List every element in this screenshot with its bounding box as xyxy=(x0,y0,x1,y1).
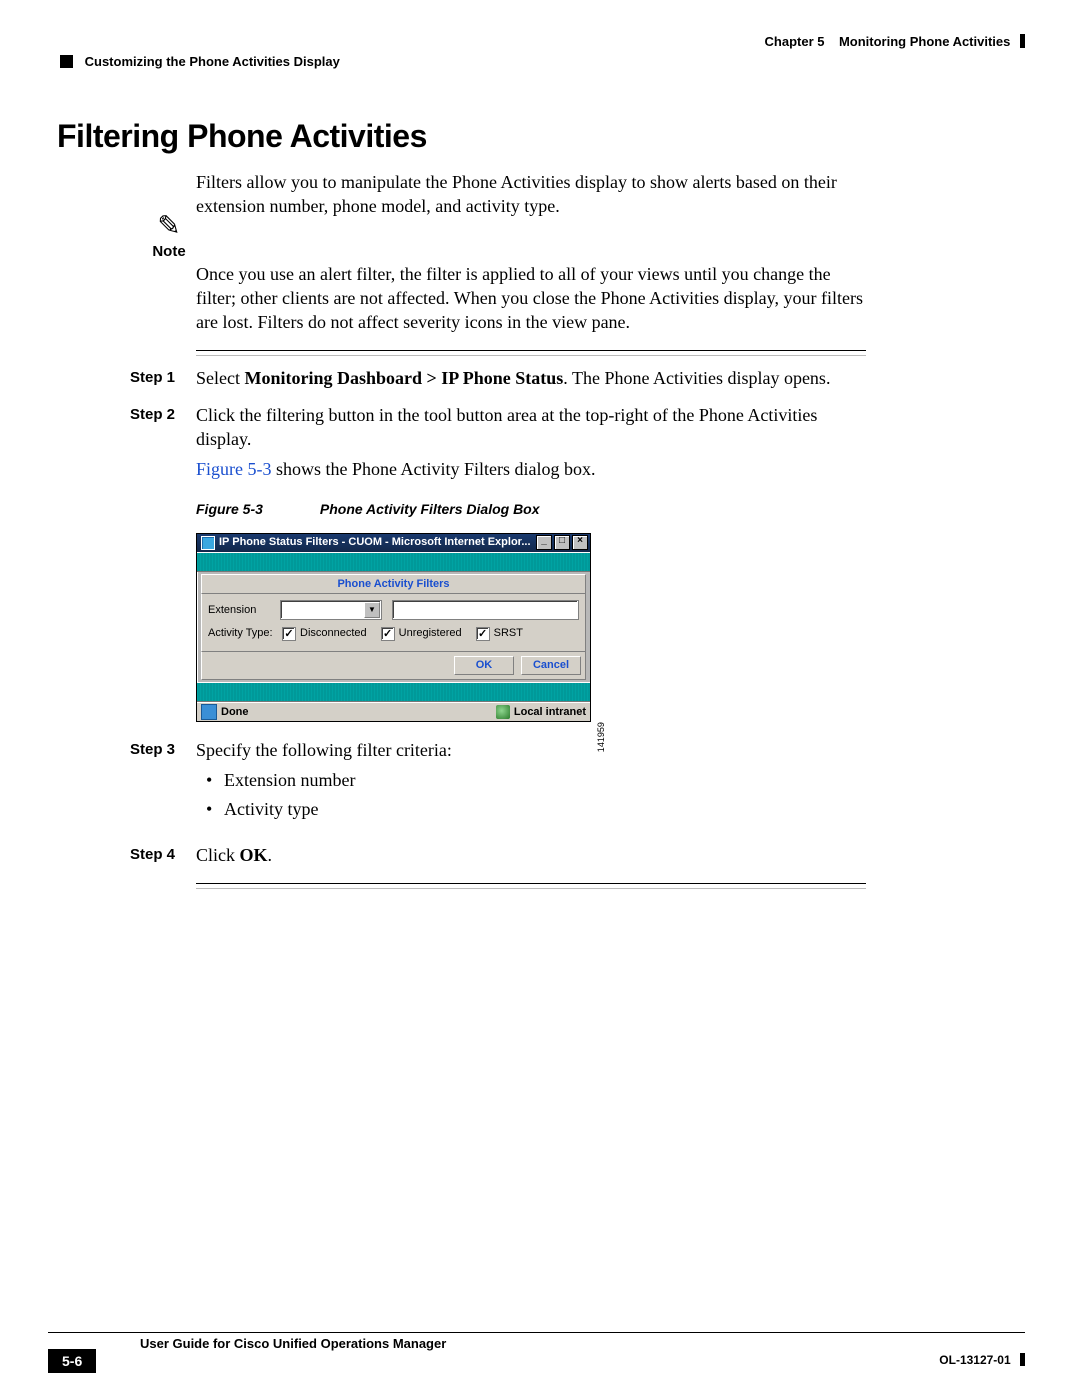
step-body: Specify the following filter criteria: E… xyxy=(196,738,866,831)
dialog-toolbar-bottom xyxy=(197,682,590,702)
square-bullet-icon xyxy=(60,55,73,68)
criteria-list: Extension number Activity type xyxy=(196,768,866,821)
step-text: . xyxy=(268,845,273,865)
intro-paragraph: Filters allow you to manipulate the Phon… xyxy=(196,170,866,219)
footer-bar-icon xyxy=(1020,1353,1025,1366)
steps-block: Step 1 Select Monitoring Dashboard > IP … xyxy=(196,366,866,867)
note-pencil-icon: ✎ xyxy=(145,213,193,241)
step-4: Step 4 Click OK. xyxy=(130,843,866,867)
checkbox-label: Disconnected xyxy=(300,626,367,641)
dialog-toolbar xyxy=(197,552,590,572)
step-2: Step 2 Click the filtering button in the… xyxy=(130,403,866,726)
step-bold: OK xyxy=(240,845,268,865)
extension-label: Extension xyxy=(208,603,280,618)
dialog-titlebar: IP Phone Status Filters - CUOM - Microso… xyxy=(197,534,590,552)
figure-number: Figure 5-3 xyxy=(196,500,316,519)
header-section: Customizing the Phone Activities Display xyxy=(60,54,340,69)
maximize-button[interactable]: □ xyxy=(554,535,570,550)
step-body: Select Monitoring Dashboard > IP Phone S… xyxy=(196,366,866,390)
note-gutter: ✎ Note xyxy=(145,213,193,260)
list-item: Activity type xyxy=(224,797,866,821)
doc-number-text: OL-13127-01 xyxy=(939,1353,1010,1367)
figure-watermark: 141959 xyxy=(595,722,607,752)
figure-link[interactable]: Figure 5-3 xyxy=(196,459,272,479)
step-3: Step 3 Specify the following filter crit… xyxy=(130,738,866,831)
page-title: Filtering Phone Activities xyxy=(57,118,427,155)
dialog-statusbar: Done Local intranet xyxy=(197,702,590,721)
dialog-form: Extension Activity Type: Disconnected xyxy=(201,594,586,652)
ie-dialog-window: IP Phone Status Filters - CUOM - Microso… xyxy=(196,533,591,723)
body-column: Filters allow you to manipulate the Phon… xyxy=(196,170,866,893)
header-bar-icon xyxy=(1020,34,1025,48)
dialog-title-text: IP Phone Status Filters - CUOM - Microso… xyxy=(219,535,534,550)
footer-guide-title: User Guide for Cisco Unified Operations … xyxy=(140,1336,446,1351)
note-text: Once you use an alert filter, the filter… xyxy=(196,262,866,335)
dialog-figure: IP Phone Status Filters - CUOM - Microso… xyxy=(196,533,591,723)
separator-double-end xyxy=(196,883,866,889)
ie-icon xyxy=(201,536,215,550)
extension-row: Extension xyxy=(208,600,579,620)
step-text: shows the Phone Activity Filters dialog … xyxy=(272,459,596,479)
list-item: Extension number xyxy=(224,768,866,792)
step-1: Step 1 Select Monitoring Dashboard > IP … xyxy=(130,366,866,390)
checkbox-unregistered[interactable] xyxy=(381,627,395,641)
step-text-line2: Figure 5-3 shows the Phone Activity Filt… xyxy=(196,457,866,481)
step-body: Click OK. xyxy=(196,843,866,867)
cancel-button[interactable]: Cancel xyxy=(521,656,581,675)
activity-type-row: Activity Type: Disconnected Unregistered… xyxy=(208,626,579,641)
section-title: Customizing the Phone Activities Display xyxy=(85,54,340,69)
figure-title: Phone Activity Filters Dialog Box xyxy=(320,501,540,517)
chapter-title: Monitoring Phone Activities xyxy=(839,34,1010,49)
checkbox-disconnected[interactable] xyxy=(282,627,296,641)
figure-caption: Figure 5-3 Phone Activity Filters Dialog… xyxy=(196,500,866,519)
step-body: Click the filtering button in the tool b… xyxy=(196,403,866,726)
checkbox-label: SRST xyxy=(494,626,523,641)
chapter-number: Chapter 5 xyxy=(765,34,825,49)
activity-type-label: Activity Type: xyxy=(208,626,280,641)
dialog-button-row: OK Cancel xyxy=(201,652,586,680)
page-icon xyxy=(201,704,217,720)
step-label: Step 3 xyxy=(130,738,196,831)
header-chapter: Chapter 5 Monitoring Phone Activities xyxy=(765,34,1025,49)
checkbox-label: Unregistered xyxy=(399,626,462,641)
dialog-subheader: Phone Activity Filters xyxy=(201,574,586,595)
close-button[interactable]: × xyxy=(572,535,588,550)
checkbox-srst[interactable] xyxy=(476,627,490,641)
footer-doc-number: OL-13127-01 xyxy=(939,1353,1025,1367)
step-text: . The Phone Activities display opens. xyxy=(563,368,830,388)
step-text: Click the filtering button in the tool b… xyxy=(196,403,866,452)
step-text: Click xyxy=(196,845,240,865)
footer-rule xyxy=(48,1332,1025,1333)
intranet-zone-icon xyxy=(496,705,510,719)
extension-combo[interactable] xyxy=(280,600,382,620)
step-text: Specify the following filter criteria: xyxy=(196,740,452,760)
step-text: Select xyxy=(196,368,244,388)
ok-button[interactable]: OK xyxy=(454,656,514,675)
status-done: Done xyxy=(221,705,249,720)
footer-page-number: 5-6 xyxy=(48,1349,96,1373)
step-bold: Monitoring Dashboard > IP Phone Status xyxy=(244,368,563,388)
extension-text-input[interactable] xyxy=(392,600,579,620)
separator-double xyxy=(196,350,866,356)
minimize-button[interactable]: _ xyxy=(536,535,552,550)
note-label: Note xyxy=(145,243,193,260)
document-page: Chapter 5 Monitoring Phone Activities Cu… xyxy=(0,0,1080,1397)
step-label: Step 4 xyxy=(130,843,196,867)
step-label: Step 2 xyxy=(130,403,196,726)
status-zone: Local intranet xyxy=(514,705,586,720)
step-label: Step 1 xyxy=(130,366,196,390)
